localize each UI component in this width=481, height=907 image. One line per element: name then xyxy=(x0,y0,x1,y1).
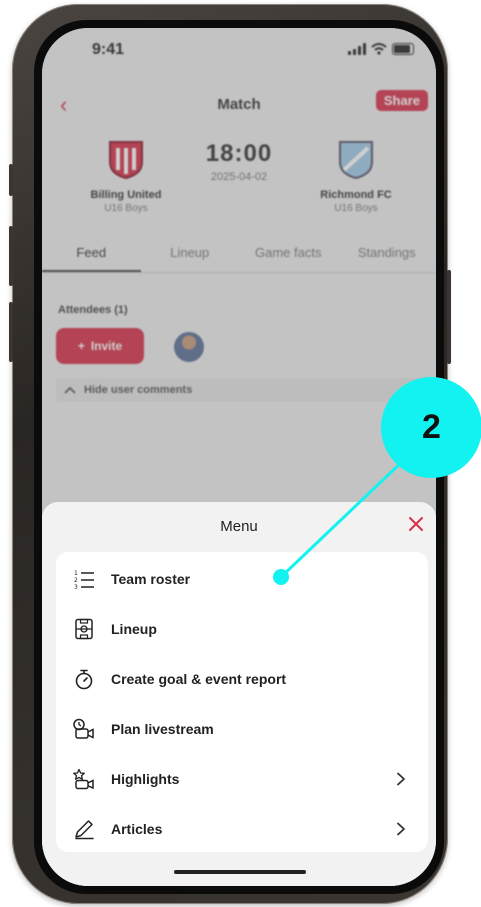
menu-item-label: Articles xyxy=(111,821,163,837)
menu-item-create-report[interactable]: Create goal & event report xyxy=(56,654,428,704)
volume-up-button xyxy=(9,226,13,286)
svg-text:3: 3 xyxy=(74,584,78,590)
menu-list: 123 Team roster Lineup Create goal & eve… xyxy=(56,552,428,852)
star-camera-icon xyxy=(72,767,96,791)
menu-title: Menu xyxy=(220,518,258,535)
livestream-camera-icon xyxy=(72,717,96,741)
menu-item-highlights[interactable]: Highlights xyxy=(56,754,428,804)
close-icon[interactable] xyxy=(406,514,426,534)
menu-item-label: Plan livestream xyxy=(111,721,214,737)
menu-item-label: Lineup xyxy=(111,621,157,637)
menu-item-label: Highlights xyxy=(111,771,180,787)
menu-item-lineup[interactable]: Lineup xyxy=(56,604,428,654)
home-indicator xyxy=(174,870,306,874)
svg-text:2: 2 xyxy=(74,577,78,584)
chevron-right-icon xyxy=(397,772,405,786)
menu-item-plan-livestream[interactable]: Plan livestream xyxy=(56,704,428,754)
pitch-icon xyxy=(72,617,96,641)
numbered-list-icon: 123 xyxy=(72,567,96,591)
volume-down-button xyxy=(9,302,13,362)
phone-screen: 9:41 ‹ Match Share Billing United U16 Bo… xyxy=(42,28,436,886)
power-button xyxy=(447,270,451,364)
menu-sheet: Menu 123 Team roster Lineup Create goal … xyxy=(42,502,436,886)
phone-frame: 9:41 ‹ Match Share Billing United U16 Bo… xyxy=(9,4,451,904)
stopwatch-icon xyxy=(72,667,96,691)
menu-item-label: Create goal & event report xyxy=(111,671,287,687)
menu-item-label: Team roster xyxy=(111,571,191,587)
menu-item-articles[interactable]: Articles xyxy=(56,804,428,854)
pencil-icon xyxy=(72,817,96,841)
silent-switch xyxy=(9,164,13,196)
menu-item-team-roster[interactable]: 123 Team roster xyxy=(56,554,428,604)
callout-badge: 2 xyxy=(381,377,481,478)
svg-text:1: 1 xyxy=(74,570,78,577)
chevron-right-icon xyxy=(397,822,405,836)
